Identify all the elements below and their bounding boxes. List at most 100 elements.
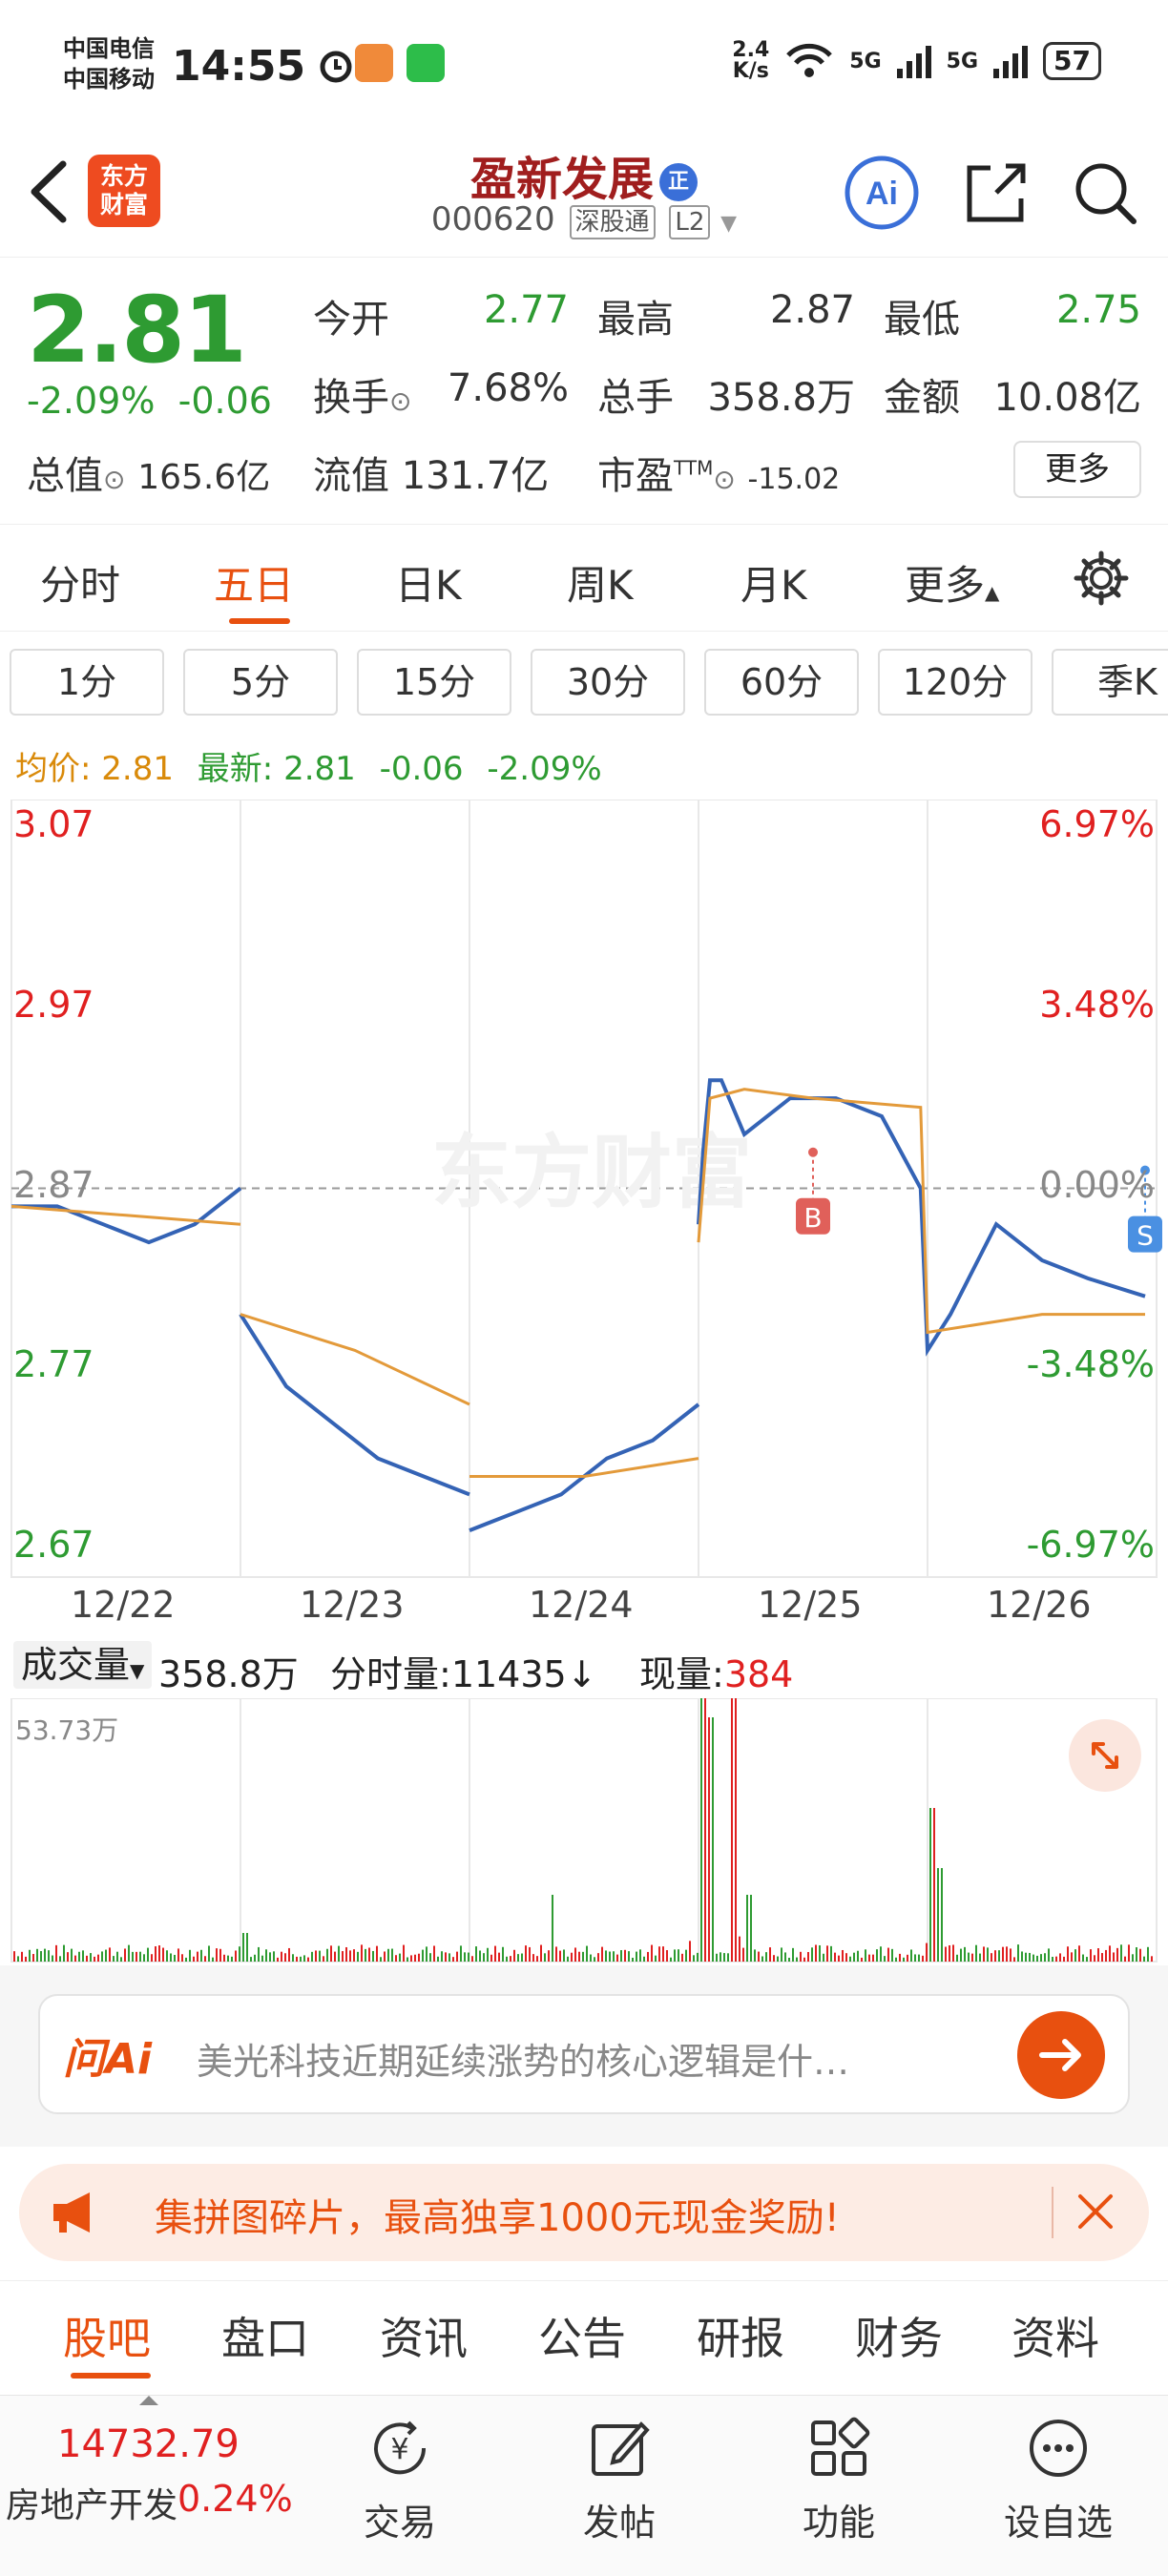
volume-bar: [197, 1951, 198, 1962]
volume-selector[interactable]: 成交量▼: [13, 1641, 153, 1689]
volume-bar: [639, 1949, 641, 1962]
volume-bar: [464, 1952, 466, 1962]
volume-frame: [10, 1697, 1158, 1963]
volume-bar: [490, 1954, 492, 1962]
nav-functions[interactable]: 功能: [767, 2415, 910, 2545]
volume-bar: [437, 1956, 439, 1962]
volume-bar: [582, 1951, 584, 1962]
volume-bar: [662, 1946, 664, 1962]
five-day-chart[interactable]: 东方财富 BS 3.07 6.97% 2.97 3.48% 2.87 0.00% 2.77-…: [0, 800, 1168, 1630]
legend-pct: -2.09%: [487, 750, 602, 788]
volume-bar: [746, 1895, 748, 1962]
volume-bar: [643, 1956, 645, 1962]
y-tick-label: 2.67: [13, 1524, 94, 1566]
tab-guba[interactable]: 股吧: [63, 2304, 151, 2367]
tab-finance[interactable]: 财务: [855, 2304, 943, 2367]
btn-60min[interactable]: 60分: [704, 649, 859, 716]
ai-button[interactable]: Ai: [844, 155, 920, 231]
volume-bar: [811, 1947, 813, 1962]
tab-daily-k[interactable]: 日K: [395, 553, 462, 612]
nav-post-label: 发帖: [582, 2502, 656, 2544]
connect-tag: 深股通: [569, 205, 656, 239]
volume-label: 成交量: [21, 1644, 131, 1686]
volume-bar: [273, 1951, 275, 1962]
btn-15min[interactable]: 15分: [357, 649, 511, 716]
volume-bar: [1109, 1945, 1111, 1962]
volume-bar: [59, 1956, 61, 1962]
index-ticker[interactable]: 14732.79 房地产开发 0.24%: [0, 2396, 315, 2558]
volume-bar: [277, 1957, 279, 1962]
volume-bar: [968, 1952, 970, 1962]
volume-bar: [636, 1951, 637, 1962]
promo-banner[interactable]: 集拼图碎片，最高独享1000元现金奖励!: [19, 2164, 1149, 2261]
tab-profile[interactable]: 资料: [1012, 2304, 1099, 2367]
tab-research[interactable]: 研报: [697, 2304, 784, 2367]
dropdown-arrow-icon[interactable]: ▼: [720, 212, 737, 236]
tab-intraday[interactable]: 分时: [40, 553, 120, 612]
settings-gear-icon[interactable]: [1073, 550, 1130, 611]
volume-bar: [880, 1946, 882, 1962]
intraday-value: 11435: [450, 1653, 567, 1695]
search-icon[interactable]: [1067, 155, 1143, 231]
tab-announcements[interactable]: 公告: [538, 2304, 626, 2367]
volume-bar: [475, 1946, 477, 1962]
volume-max-label: 53.73万: [15, 1714, 119, 1746]
tab-five-day[interactable]: 五日: [214, 553, 294, 612]
volume-bar: [40, 1951, 42, 1962]
volume-bar: [185, 1957, 187, 1962]
volume-bar: [842, 1949, 844, 1962]
volume-bar: [1082, 1954, 1084, 1962]
btn-quarterly-k[interactable]: 季K: [1052, 649, 1168, 716]
clock: 14:55: [172, 42, 306, 91]
volume-bar: [32, 1954, 34, 1962]
btn-5min[interactable]: 5分: [183, 649, 338, 716]
ai-question-input[interactable]: 美光科技近期延续涨势的核心逻辑是什…: [197, 2032, 849, 2085]
info-icon[interactable]: ⊙: [103, 464, 125, 495]
volume-bar: [678, 1949, 679, 1962]
current-value: 384: [723, 1653, 794, 1695]
volume-bar: [429, 1953, 431, 1962]
current-volume: 现量:384: [639, 1645, 793, 1697]
tab-pankou[interactable]: 盘口: [221, 2304, 309, 2367]
tab-monthly-k[interactable]: 月K: [740, 553, 807, 612]
volume-bar: [941, 1868, 943, 1962]
volume-bar: [815, 1944, 817, 1962]
volume-bar: [803, 1957, 805, 1962]
ai-submit-button[interactable]: [1017, 2011, 1105, 2099]
ai-ask-bar[interactable]: 问Ai 美光科技近期延续涨势的核心逻辑是什…: [38, 1994, 1130, 2114]
volume-bar: [407, 1957, 408, 1962]
marker-dot: [808, 1147, 818, 1157]
volume-bar: [116, 1951, 118, 1962]
close-icon[interactable]: [1069, 2185, 1122, 2242]
info-icon[interactable]: ⊙: [389, 385, 411, 417]
volume-bar: [807, 1951, 809, 1962]
volume-bar: [513, 1949, 515, 1962]
volume-bar: [307, 1957, 309, 1962]
expand-icon[interactable]: [1069, 1719, 1141, 1792]
volume-bar: [21, 1951, 23, 1962]
tab-more[interactable]: 更多▲: [905, 553, 999, 612]
btn-1min[interactable]: 1分: [10, 649, 164, 716]
btn-120min[interactable]: 120分: [878, 649, 1032, 716]
volume-bar: [853, 1952, 855, 1962]
volume-bar: [708, 1717, 710, 1962]
volume-bar: [132, 1951, 134, 1962]
share-icon[interactable]: [958, 155, 1034, 231]
tab-news[interactable]: 资讯: [380, 2304, 468, 2367]
tab-weekly-k[interactable]: 周K: [567, 553, 634, 612]
nav-trade[interactable]: ¥ 交易: [328, 2415, 471, 2545]
volume-bar: [628, 1951, 630, 1962]
volume-bar: [773, 1955, 775, 1962]
nav-add-watchlist[interactable]: 设自选: [987, 2415, 1130, 2545]
info-icon[interactable]: ⊙: [713, 464, 735, 495]
bottom-nav: 14732.79 房地产开发 0.24% ¥ 交易 发帖 功能 设自选: [0, 2395, 1168, 2576]
nav-post[interactable]: 发帖: [548, 2415, 691, 2545]
net-speed: 2.4 K/s: [732, 40, 769, 82]
alarm-icon: [317, 46, 355, 88]
more-button[interactable]: 更多: [1013, 441, 1141, 498]
volume-value: 358.8万: [707, 376, 855, 420]
volume-bar: [723, 1953, 725, 1962]
btn-30min[interactable]: 30分: [531, 649, 685, 716]
volume-bar: [403, 1944, 405, 1962]
volume-bar: [922, 1955, 924, 1962]
